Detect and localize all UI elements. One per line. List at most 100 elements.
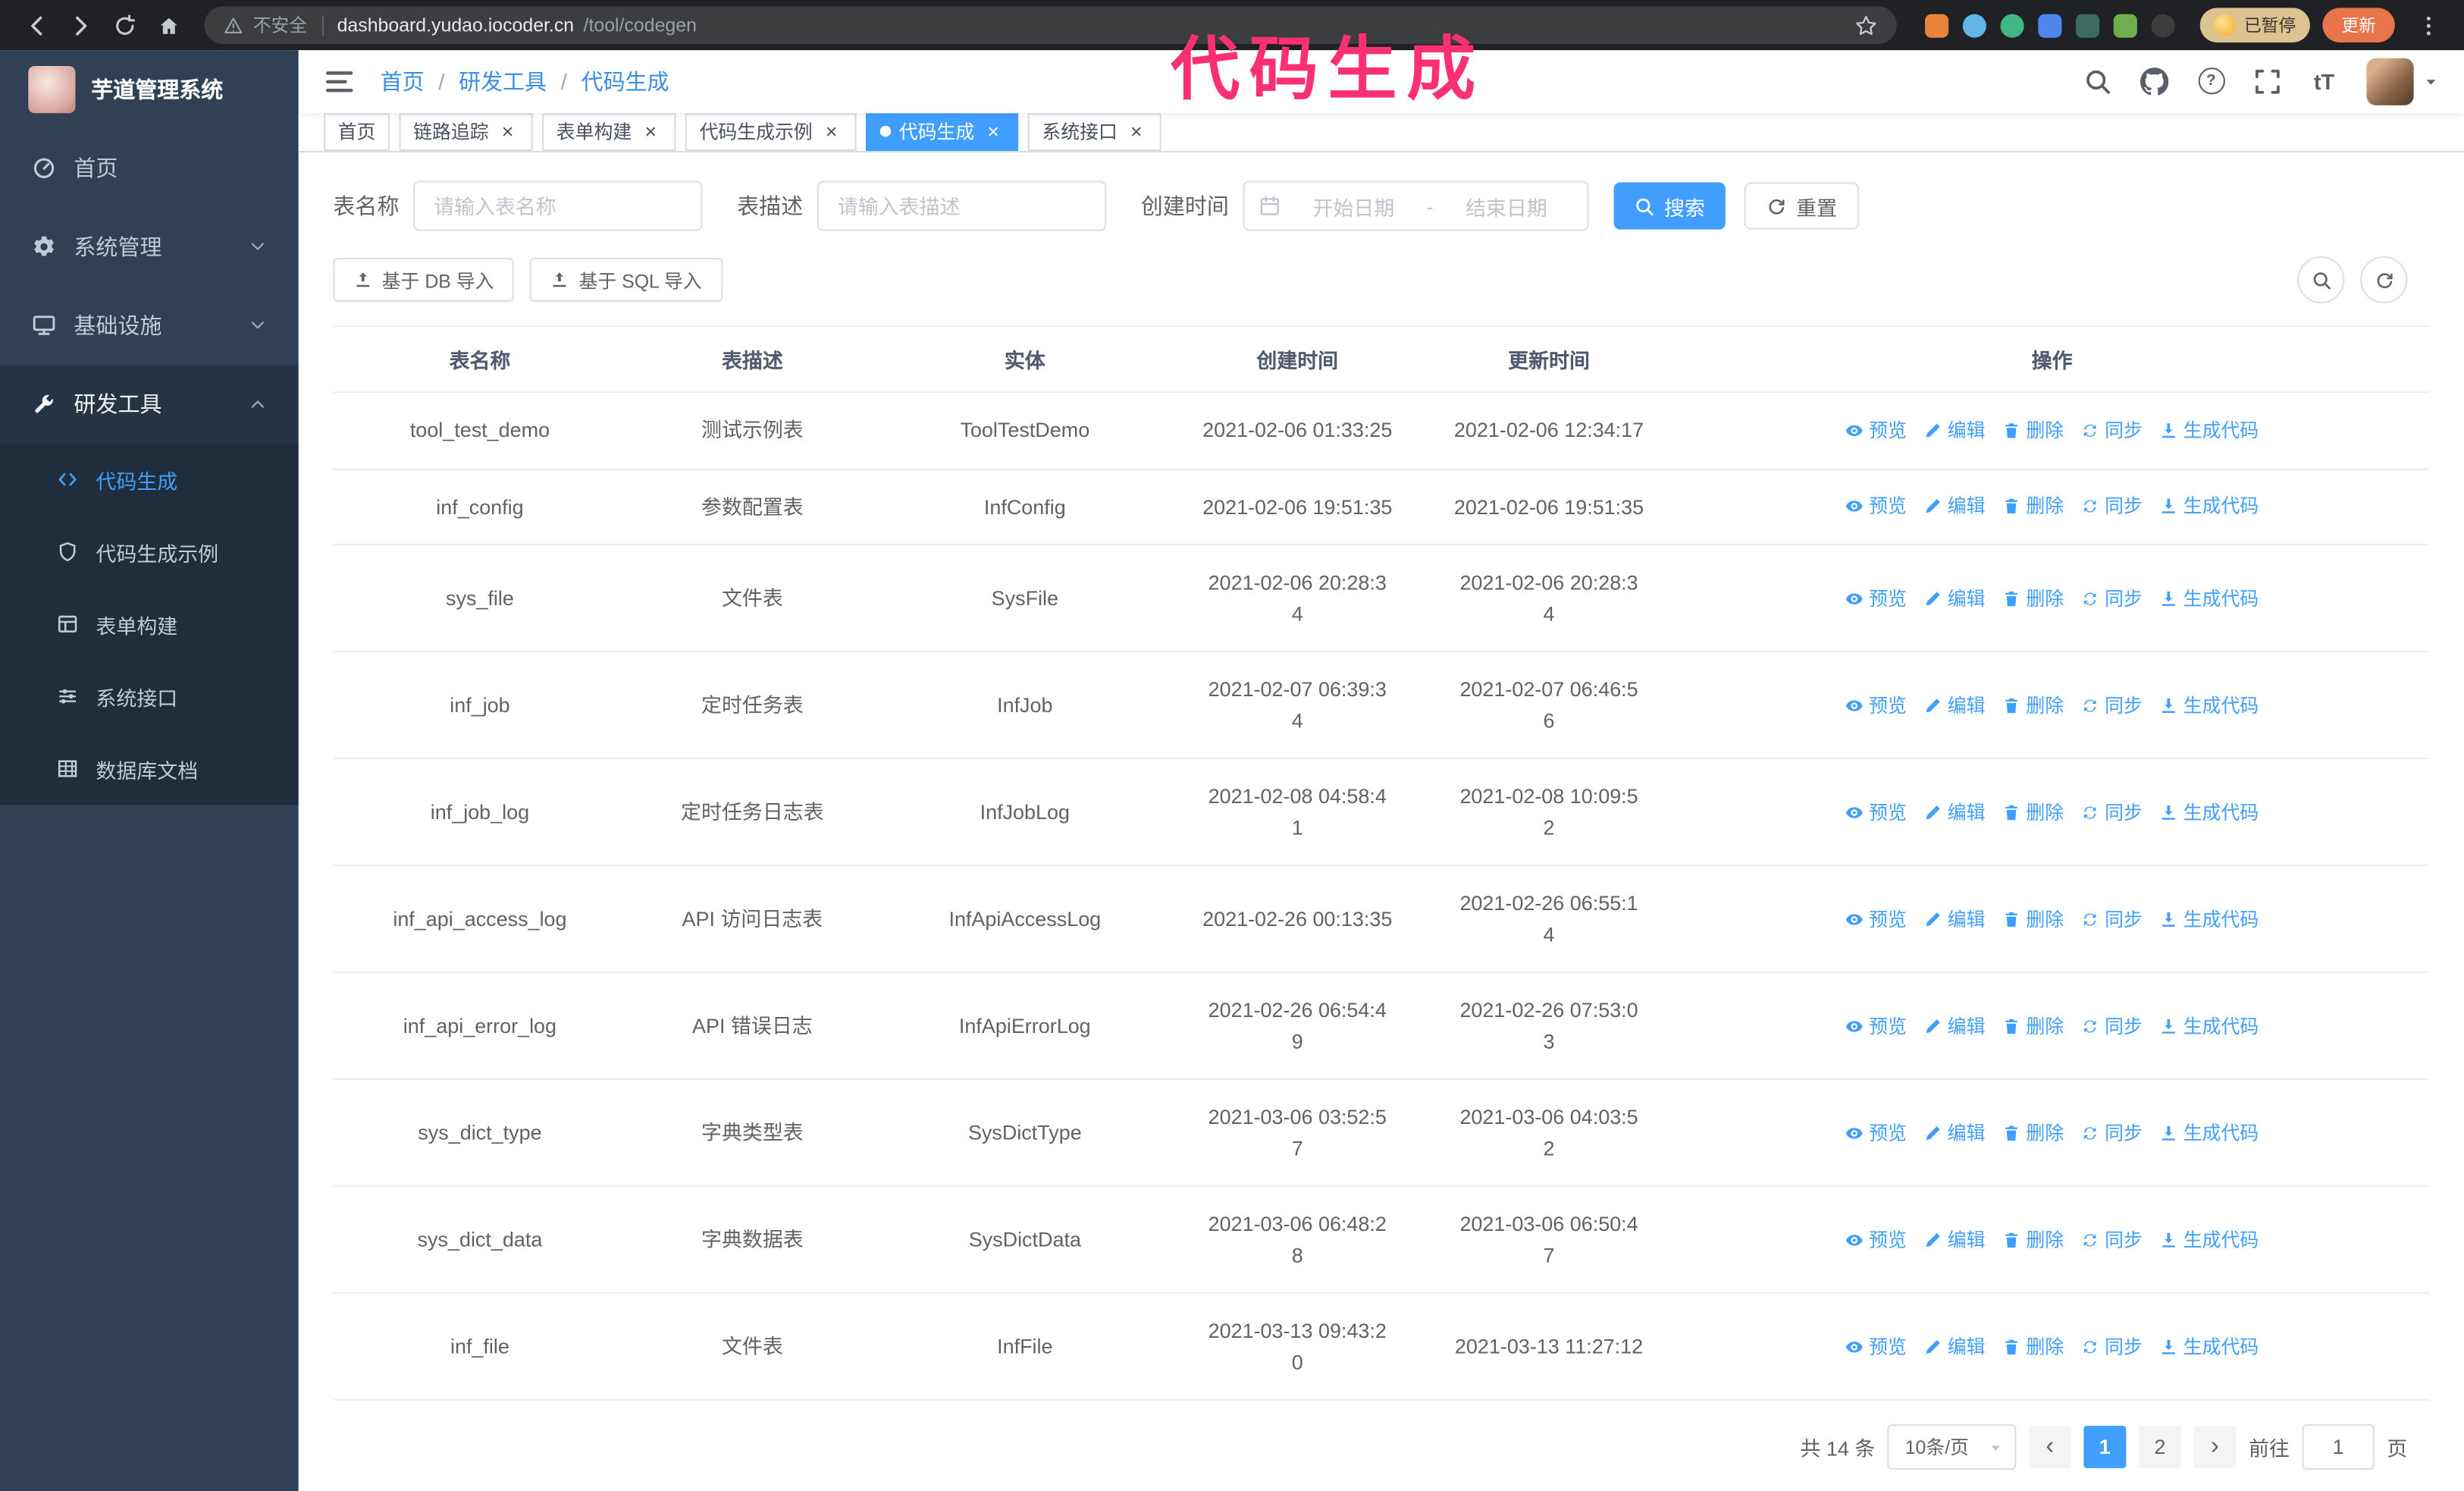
sidebar-item-form-builder[interactable]: 表单构建 — [0, 588, 299, 660]
extension-icon-2[interactable] — [1962, 13, 1986, 37]
help-icon[interactable]: ? — [2197, 67, 2225, 96]
reload-button[interactable] — [104, 5, 145, 46]
action-sync[interactable]: 同步 — [2081, 492, 2143, 520]
close-icon[interactable]: × — [983, 121, 1005, 143]
action-eye[interactable]: 预览 — [1845, 905, 1907, 933]
address-bar[interactable]: 不安全 dashboard.yudao.iocoder.cn/tool/code… — [204, 6, 1897, 45]
action-edit[interactable]: 编辑 — [1924, 492, 1986, 520]
action-eye[interactable]: 预览 — [1845, 1226, 1907, 1254]
action-eye[interactable]: 预览 — [1845, 584, 1907, 612]
tag-tracing[interactable]: 链路追踪 × — [399, 112, 533, 151]
next-page-button[interactable]: › — [2193, 1425, 2237, 1468]
tag-form-builder[interactable]: 表单构建 × — [542, 112, 676, 151]
action-sync[interactable]: 同步 — [2081, 905, 2143, 933]
tag-codegen-active[interactable]: 代码生成 × — [866, 112, 1019, 151]
action-download[interactable]: 生成代码 — [2160, 1332, 2259, 1361]
action-eye[interactable]: 预览 — [1845, 1012, 1907, 1040]
tag-home[interactable]: 首页 — [323, 112, 390, 151]
action-edit[interactable]: 编辑 — [1924, 1012, 1986, 1040]
action-trash[interactable]: 删除 — [2002, 492, 2064, 520]
fullscreen-icon[interactable] — [2253, 67, 2281, 96]
action-trash[interactable]: 删除 — [2002, 1332, 2064, 1361]
close-icon[interactable]: × — [820, 121, 842, 143]
import-db-button[interactable]: 基于 DB 导入 — [333, 257, 515, 302]
action-eye[interactable]: 预览 — [1845, 798, 1907, 826]
action-sync[interactable]: 同步 — [2081, 1226, 2143, 1254]
action-download[interactable]: 生成代码 — [2160, 1012, 2259, 1040]
action-trash[interactable]: 删除 — [2002, 691, 2064, 719]
action-sync[interactable]: 同步 — [2081, 1012, 2143, 1040]
action-trash[interactable]: 删除 — [2002, 584, 2064, 612]
action-sync[interactable]: 同步 — [2081, 1332, 2143, 1361]
sidebar-item-system-api[interactable]: 系统接口 — [0, 661, 299, 733]
browser-menu-button[interactable] — [2407, 5, 2448, 46]
action-download[interactable]: 生成代码 — [2160, 905, 2259, 933]
import-sql-button[interactable]: 基于 SQL 导入 — [530, 257, 723, 302]
sidebar-item-db-doc[interactable]: 数据库文档 — [0, 733, 299, 805]
back-button[interactable] — [16, 5, 57, 46]
action-trash[interactable]: 删除 — [2002, 1012, 2064, 1040]
extension-icon-7[interactable] — [2151, 13, 2175, 37]
action-edit[interactable]: 编辑 — [1924, 905, 1986, 933]
close-icon[interactable]: × — [497, 121, 519, 143]
page-button-2[interactable]: 2 — [2138, 1425, 2181, 1468]
sidebar-item-infra[interactable]: 基础设施 — [0, 286, 299, 365]
action-edit[interactable]: 编辑 — [1924, 691, 1986, 719]
update-button[interactable]: 更新 — [2322, 8, 2395, 42]
action-sync[interactable]: 同步 — [2081, 584, 2143, 612]
extension-icon-6[interactable] — [2113, 13, 2137, 37]
profile-chip[interactable]: 已暂停 — [2199, 8, 2310, 42]
action-edit[interactable]: 编辑 — [1924, 1226, 1986, 1254]
page-button-1[interactable]: 1 — [2083, 1425, 2127, 1468]
refresh-table-button[interactable] — [2360, 256, 2408, 304]
sidebar-item-devtools[interactable]: 研发工具 — [0, 364, 299, 444]
action-edit[interactable]: 编辑 — [1924, 416, 1986, 444]
sidebar-item-home[interactable]: 首页 — [0, 129, 299, 208]
extension-icon-1[interactable] — [1925, 13, 1949, 37]
action-download[interactable]: 生成代码 — [2160, 691, 2259, 719]
home-button[interactable] — [148, 5, 189, 46]
action-eye[interactable]: 预览 — [1845, 492, 1907, 520]
action-eye[interactable]: 预览 — [1845, 1119, 1907, 1147]
action-eye[interactable]: 预览 — [1845, 1332, 1907, 1361]
action-trash[interactable]: 删除 — [2002, 1119, 2064, 1147]
action-download[interactable]: 生成代码 — [2160, 416, 2259, 444]
action-edit[interactable]: 编辑 — [1924, 798, 1986, 826]
action-edit[interactable]: 编辑 — [1924, 584, 1986, 612]
action-edit[interactable]: 编辑 — [1924, 1119, 1986, 1147]
action-edit[interactable]: 编辑 — [1924, 1332, 1986, 1361]
action-trash[interactable]: 删除 — [2002, 416, 2064, 444]
sidebar-item-system[interactable]: 系统管理 — [0, 208, 299, 287]
close-icon[interactable]: × — [640, 121, 662, 143]
search-icon[interactable] — [2083, 67, 2111, 96]
action-eye[interactable]: 预览 — [1845, 416, 1907, 444]
tag-system-api[interactable]: 系统接口 × — [1027, 112, 1161, 151]
action-download[interactable]: 生成代码 — [2160, 1119, 2259, 1147]
close-icon[interactable]: × — [1125, 121, 1147, 143]
sidebar-item-codegen-example[interactable]: 代码生成示例 — [0, 516, 299, 588]
extension-icon-4[interactable] — [2038, 13, 2062, 37]
sidebar-item-codegen[interactable]: 代码生成 — [0, 444, 299, 516]
action-sync[interactable]: 同步 — [2081, 691, 2143, 719]
action-sync[interactable]: 同步 — [2081, 1119, 2143, 1147]
page-size-select[interactable]: 10条/页 — [1887, 1424, 2017, 1470]
action-download[interactable]: 生成代码 — [2160, 492, 2259, 520]
table-name-input[interactable] — [413, 180, 703, 231]
action-trash[interactable]: 删除 — [2002, 905, 2064, 933]
github-icon[interactable] — [2140, 67, 2169, 96]
table-desc-input[interactable] — [817, 180, 1107, 231]
tag-codegen-example[interactable]: 代码生成示例 × — [685, 112, 857, 151]
action-sync[interactable]: 同步 — [2081, 798, 2143, 826]
toggle-search-button[interactable] — [2297, 256, 2345, 304]
reset-button[interactable]: 重置 — [1744, 182, 1860, 230]
action-download[interactable]: 生成代码 — [2160, 798, 2259, 826]
font-size-icon[interactable]: tT — [2310, 67, 2338, 96]
hamburger-icon[interactable] — [324, 66, 355, 97]
user-menu[interactable] — [2366, 58, 2438, 105]
app-logo[interactable]: 芋道管理系统 — [0, 50, 299, 129]
goto-page-input[interactable] — [2302, 1424, 2375, 1470]
prev-page-button[interactable]: ‹ — [2028, 1425, 2071, 1468]
breadcrumb-home[interactable]: 首页 — [381, 66, 425, 97]
action-download[interactable]: 生成代码 — [2160, 584, 2259, 612]
breadcrumb-devtools[interactable]: 研发工具 — [459, 66, 547, 97]
